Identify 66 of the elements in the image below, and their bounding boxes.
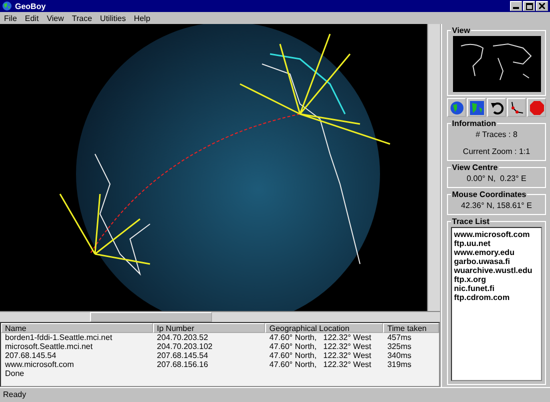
route-icon bbox=[510, 100, 524, 114]
trace-list-item[interactable]: nic.funet.fi bbox=[454, 284, 539, 293]
trace-list-item[interactable]: ftp.x.org bbox=[454, 275, 539, 284]
group-title: Mouse Coordinates bbox=[451, 190, 528, 199]
zoom-level: Current Zoom : 1:1 bbox=[462, 146, 530, 157]
globe-button[interactable] bbox=[447, 98, 466, 117]
table-cell-text: 207.68.145.54 bbox=[156, 351, 210, 360]
mouse-coordinates-value: 42.36° N, 158.61° E bbox=[461, 200, 532, 211]
menu-item[interactable]: Utilities bbox=[100, 14, 126, 22]
column-header[interactable]: Ip Number bbox=[152, 323, 266, 333]
table-cell-text: Done bbox=[4, 369, 26, 378]
undo-button[interactable] bbox=[487, 98, 506, 117]
trace-list-item[interactable]: garbo.uwasa.fi bbox=[454, 257, 539, 266]
trace-list-item[interactable]: ftp.cdrom.com bbox=[454, 293, 539, 302]
table-cell-text: 47.60° North, 122.32° West bbox=[268, 351, 372, 360]
undo-icon bbox=[490, 100, 504, 114]
table-cell-text: www.microsoft.com bbox=[4, 360, 75, 369]
table-cell-text: 325ms bbox=[386, 342, 412, 351]
stop-button[interactable] bbox=[527, 98, 546, 117]
window-title: GeoBoy bbox=[15, 2, 47, 10]
table-cell-text: 319ms bbox=[386, 360, 412, 369]
maximize-button[interactable] bbox=[523, 1, 535, 11]
group-title: Information bbox=[451, 119, 497, 128]
menu-item[interactable]: Help bbox=[134, 14, 150, 22]
table-cell-text: microsoft.Seattle.mci.net bbox=[4, 342, 94, 351]
map-button[interactable] bbox=[467, 98, 486, 117]
table-cell-text: 204.70.203.102 bbox=[156, 342, 214, 351]
route-button[interactable] bbox=[507, 98, 526, 117]
column-header[interactable]: Geographical Location bbox=[265, 323, 384, 333]
table-cell-text: 47.60° North, 122.32° West bbox=[268, 360, 372, 369]
globe-icon bbox=[450, 100, 464, 114]
status-text: Ready bbox=[3, 390, 26, 399]
map-icon bbox=[470, 100, 484, 114]
table-cell-text: 204.70.203.52 bbox=[156, 333, 210, 342]
table-cell-text: 457ms bbox=[386, 333, 412, 342]
column-header[interactable]: Name bbox=[1, 323, 153, 333]
minimize-button[interactable] bbox=[510, 1, 522, 11]
column-header[interactable]: Time taken bbox=[383, 323, 440, 333]
trace-count: # Traces : 8 bbox=[476, 129, 518, 140]
stop-icon bbox=[530, 100, 544, 114]
table-cell-text: 340ms bbox=[386, 351, 412, 360]
group-title: Trace List bbox=[451, 217, 490, 226]
view-centre-value: 0.00° N, 0.23° E bbox=[466, 173, 526, 184]
trace-list-item[interactable]: ftp.uu.net bbox=[454, 239, 539, 248]
table-cell-text: 47.60° North, 122.32° West bbox=[268, 333, 372, 342]
table-cell-text: 47.60° North, 122.32° West bbox=[268, 342, 372, 351]
trace-list-item[interactable]: www.emory.edu bbox=[454, 248, 539, 257]
table-cell-text: borden1-fddi-1.Seattle.mci.net bbox=[4, 333, 114, 342]
scrollbar-thumb[interactable] bbox=[90, 312, 212, 322]
table-cell-text: 207.68.145.54 bbox=[4, 351, 58, 360]
close-icon bbox=[539, 3, 545, 9]
group-title: View bbox=[451, 26, 472, 35]
maximize-icon bbox=[526, 2, 532, 10]
table-cell-text: 207.68.156.16 bbox=[156, 360, 210, 369]
group-title: View Centre bbox=[451, 163, 499, 172]
globe-icon bbox=[2, 1, 12, 11]
horizontal-scrollbar[interactable] bbox=[0, 311, 440, 322]
trace-list[interactable]: www.microsoft.com ftp.uu.net www.emory.edu garbo.uwasa.fi wuarchive.wustl.edu ftp.x.org nic.funet.fi ftp.cdrom.com bbox=[451, 227, 542, 381]
vertical-scrollbar[interactable] bbox=[427, 24, 440, 311]
menu-item[interactable]: View bbox=[46, 14, 64, 22]
trace-list-item[interactable]: wuarchive.wustl.edu bbox=[454, 266, 539, 275]
menu-item[interactable]: File bbox=[4, 14, 17, 22]
menu-item[interactable]: Trace bbox=[72, 14, 92, 22]
close-button[interactable] bbox=[536, 1, 548, 11]
trace-list-item[interactable]: www.microsoft.com bbox=[454, 230, 539, 239]
menu-item[interactable]: Edit bbox=[24, 14, 39, 22]
